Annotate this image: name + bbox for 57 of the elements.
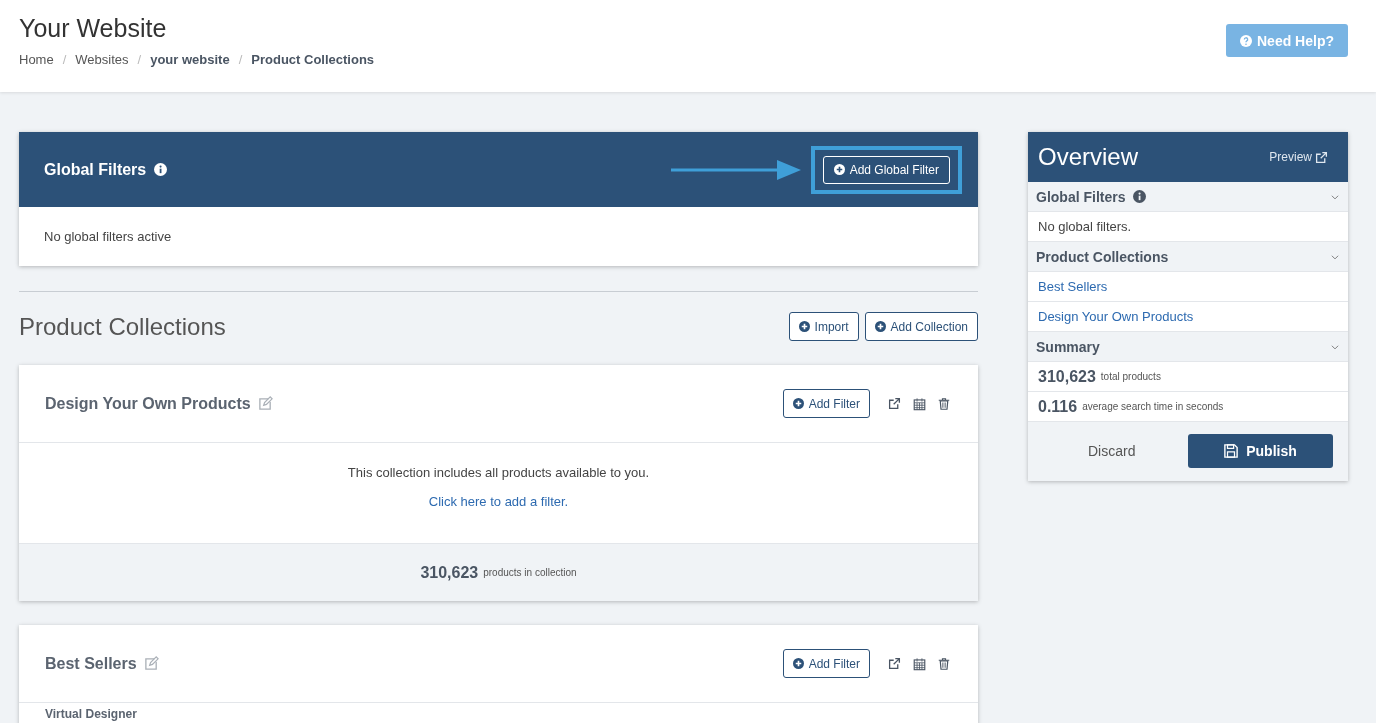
breadcrumb-separator: / [136, 52, 143, 67]
publish-button[interactable]: Publish [1188, 434, 1333, 468]
filter-name: Virtual Designer [45, 707, 137, 721]
plus-circle-icon [833, 164, 845, 175]
stat-value: 0.116 [1038, 397, 1078, 416]
stat-label: average search time in seconds [1082, 401, 1224, 412]
plus-circle-icon [874, 321, 886, 332]
trash-icon[interactable] [938, 656, 950, 671]
external-link-icon[interactable] [888, 657, 901, 670]
section-header[interactable]: Global Filters [1028, 182, 1348, 212]
arrow-icon [670, 158, 801, 181]
section-title: Product Collections [19, 312, 226, 341]
plus-circle-icon [792, 398, 804, 409]
add-filter-button[interactable]: Add Filter [782, 389, 870, 418]
info-icon [1133, 190, 1147, 203]
calendar-icon[interactable] [913, 396, 926, 411]
breadcrumb-separator: / [61, 52, 68, 67]
overview-text: No global filters. [1038, 219, 1132, 234]
stat-value: 310,623 [1038, 367, 1096, 386]
external-link-icon [1315, 150, 1328, 164]
plus-circle-icon [792, 658, 804, 669]
collection-message: This collection includes all products available to you. [347, 465, 650, 480]
page-title: Your Website [19, 14, 168, 43]
section-title: Global Filters [44, 160, 147, 179]
calendar-icon[interactable] [913, 656, 926, 671]
add-filter-link[interactable]: Click here to add a filter. [428, 494, 569, 509]
count-label: products in collection [483, 567, 577, 578]
add-filter-button[interactable]: Add Filter [782, 649, 870, 678]
question-icon [1240, 34, 1252, 47]
empty-message: No global filters active [43, 228, 173, 246]
breadcrumb-link[interactable]: your website [150, 52, 230, 67]
breadcrumb-link[interactable]: Home [19, 52, 54, 67]
breadcrumb-link[interactable]: Product Collections [251, 52, 375, 67]
section-header[interactable]: Product Collections [1028, 242, 1348, 272]
save-icon [1224, 444, 1239, 458]
section-title: Summary [1036, 338, 1100, 355]
breadcrumb-link[interactable]: Websites [75, 52, 129, 67]
collection-name: Best Sellers [45, 654, 137, 673]
info-icon [154, 163, 168, 176]
add-collection-button[interactable]: Add Collection [864, 312, 978, 341]
preview-link[interactable]: Preview [1269, 150, 1328, 164]
add-global-filter-button[interactable]: Add Global Filter [822, 155, 950, 184]
section-title: Global Filters [1036, 188, 1126, 205]
stat-label: total products [1100, 371, 1161, 382]
section-header[interactable]: Summary [1028, 332, 1348, 362]
panel-title: Overview [1038, 143, 1139, 171]
plus-circle-icon [798, 321, 810, 332]
discard-button[interactable]: Discard [1068, 443, 1156, 459]
external-link-icon[interactable] [888, 397, 901, 410]
breadcrumb-separator: / [237, 52, 244, 67]
collection-link[interactable]: Best Sellers [1038, 279, 1108, 294]
product-count: 310,623 [420, 563, 479, 582]
trash-icon[interactable] [938, 396, 950, 411]
import-button[interactable]: Import [788, 312, 859, 341]
collection-link[interactable]: Design Your Own Products [1038, 309, 1194, 324]
collection-name: Design Your Own Products [45, 394, 251, 413]
section-title: Product Collections [1036, 248, 1169, 265]
